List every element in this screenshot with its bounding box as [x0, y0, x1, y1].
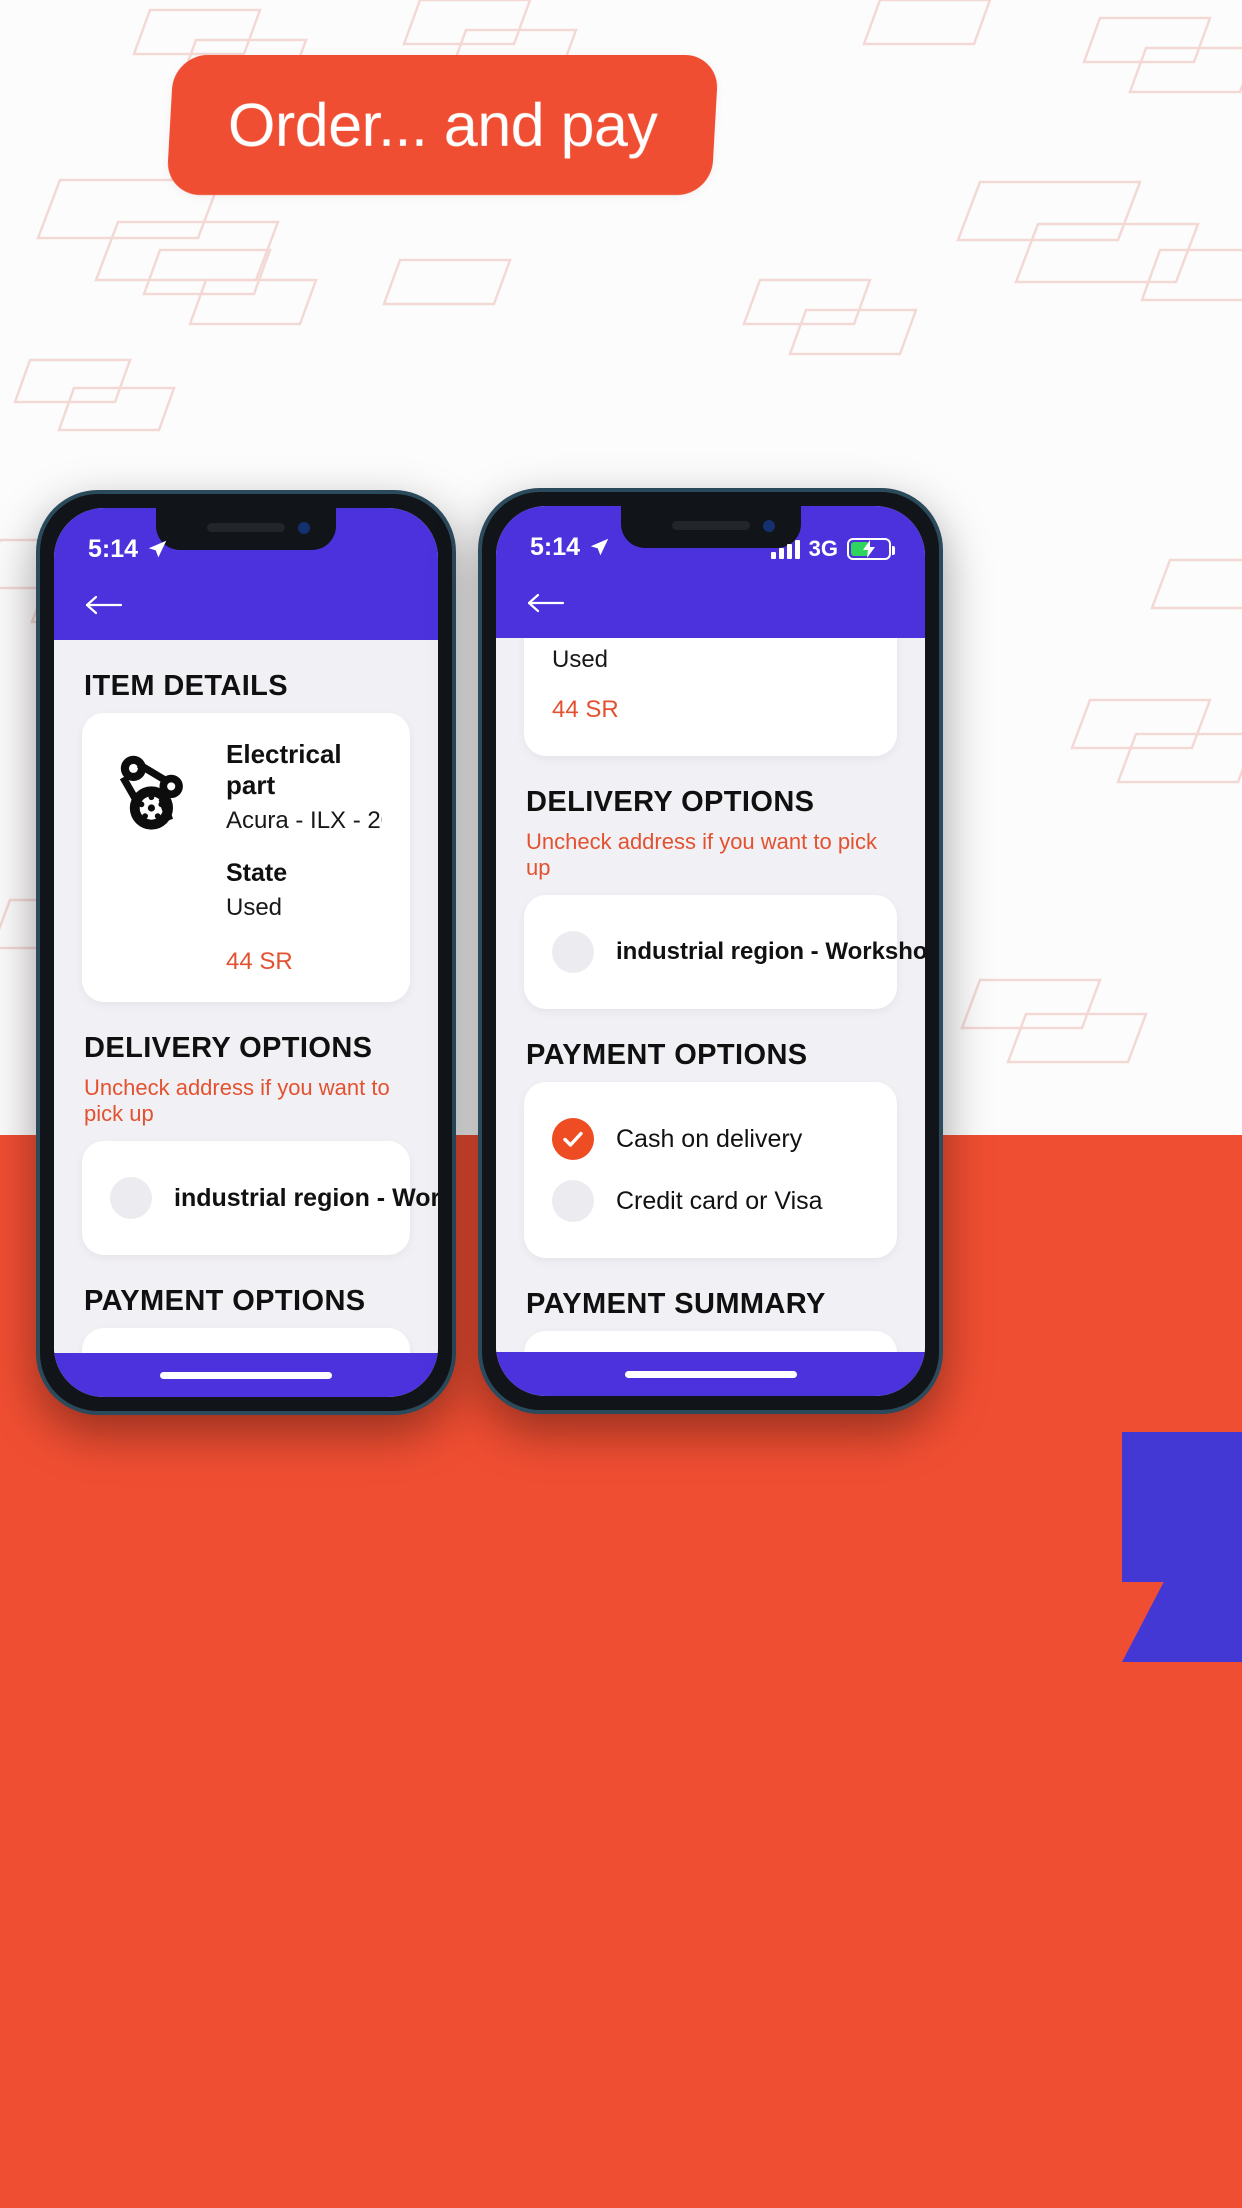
delivery-options-card: industrial region - Worksho: [82, 1141, 438, 1255]
status-time: 5:14: [88, 535, 139, 563]
summary-row-subtotal: Sub total 44 SR: [552, 1349, 869, 1352]
front-camera: [298, 522, 310, 534]
item-name: Electrical part: [226, 739, 342, 800]
payment-option-card-label: Credit card or Visa: [616, 1186, 823, 1215]
back-arrow-icon[interactable]: [84, 593, 124, 617]
volume-up-button[interactable]: [36, 742, 38, 812]
payment-options-card: Cash on delivery Credit card or Visa: [82, 1328, 410, 1353]
home-bar-left: [54, 1353, 438, 1397]
screen-content-left[interactable]: ITEM DETAILS Electrical part Acura - ILX…: [54, 640, 438, 1353]
delivery-options-hint: Uncheck address if you want to pick up: [84, 1075, 390, 1126]
charging-bolt-icon: [863, 540, 875, 558]
delivery-option-label: industrial region - Worksho: [174, 1183, 438, 1212]
item-price: 44 SR: [226, 948, 293, 975]
phone-screen-right: 5:14 3G State: [496, 506, 925, 1396]
item-details-card: Electrical part Acura - ILX - 2020 - blu…: [82, 713, 410, 1002]
screen-content-right[interactable]: State Used 44 SR DELIVERY OPTIONS Unchec…: [496, 638, 925, 1352]
status-left-group: 5:14: [88, 535, 168, 564]
delivery-option-row[interactable]: industrial region - Worksho: [110, 1167, 438, 1229]
network-type-label: 3G: [808, 536, 838, 561]
power-button[interactable]: [454, 774, 456, 870]
earpiece-speaker: [207, 523, 285, 532]
status-bar-right: 5:14 3G: [496, 506, 925, 568]
headline-banner: Order... and pay: [166, 55, 719, 195]
home-indicator[interactable]: [160, 1371, 332, 1379]
earpiece-speaker: [671, 521, 750, 530]
item-details-card-partial: State Used 44 SR: [524, 638, 897, 756]
notch: [156, 508, 336, 550]
back-arrow-icon[interactable]: [526, 591, 566, 615]
mute-switch: [36, 674, 38, 714]
item-info: Electrical part Acura - ILX - 2020 - blu…: [226, 739, 382, 976]
volume-down-button[interactable]: [478, 826, 480, 896]
delivery-options-hint: Uncheck address if you want to pick up: [526, 829, 877, 880]
signal-bars-icon: [770, 539, 800, 559]
item-description: Acura - ILX - 2020 - blue: [226, 807, 382, 834]
location-arrow-icon: [148, 540, 167, 558]
payment-options-heading: PAYMENT OPTIONS: [84, 1285, 366, 1317]
payment-options-heading: PAYMENT OPTIONS: [526, 1039, 808, 1071]
phone-mockup-right: 5:14 3G State: [478, 488, 943, 1414]
volume-down-button[interactable]: [36, 828, 38, 898]
front-camera: [762, 520, 775, 532]
phone-screen-left: 5:14 ITEM DETAILS Electrical part Acura …: [54, 508, 438, 1397]
item-state-label: State: [226, 859, 288, 887]
payment-option-card[interactable]: Credit card or Visa: [552, 1170, 869, 1232]
payment-option-cash[interactable]: Cash on delivery: [552, 1108, 869, 1170]
delivery-options-heading: DELIVERY OPTIONS: [526, 786, 815, 818]
delivery-option-label: industrial region - Workshop number: 800: [616, 938, 925, 965]
headline-text: Order... and pay: [227, 91, 658, 159]
power-button[interactable]: [941, 772, 943, 868]
payment-option-cash-label: Cash on delivery: [616, 1124, 803, 1153]
battery-charging-icon: [847, 538, 895, 560]
status-left-group: 5:14: [530, 533, 610, 562]
delivery-options-card: industrial region - Workshop number: 800: [524, 895, 925, 1009]
nav-bar-right: [496, 568, 925, 638]
payment-summary-heading: PAYMENT SUMMARY: [526, 1288, 826, 1320]
delivery-options-heading: DELIVERY OPTIONS: [84, 1032, 373, 1064]
item-state-value: Used: [226, 894, 283, 921]
serpentine-belt-icon: [119, 755, 183, 830]
item-row: Electrical part Acura - ILX - 2020 - blu…: [110, 739, 382, 976]
payment-summary-card: Sub total 44 SR Shipping 10 SR Tax 0 SR …: [524, 1331, 897, 1352]
item-price: 44 SR: [552, 696, 619, 723]
home-bar-right: [496, 1352, 925, 1396]
home-indicator[interactable]: [624, 1370, 797, 1378]
radio-checked-icon[interactable]: [552, 1118, 594, 1160]
radio-unchecked-icon[interactable]: [552, 1180, 594, 1222]
mute-switch: [478, 672, 480, 712]
delivery-option-row[interactable]: industrial region - Workshop number: 800: [552, 921, 925, 983]
payment-options-card: Cash on delivery Credit card or Visa: [524, 1082, 897, 1258]
status-right-group: 3G: [770, 536, 895, 562]
item-state-value: Used: [552, 646, 609, 673]
location-arrow-icon: [590, 538, 609, 556]
radio-unchecked-icon[interactable]: [110, 1177, 152, 1219]
nav-bar-left: [54, 570, 438, 640]
radio-unchecked-icon[interactable]: [552, 931, 594, 973]
phone-mockup-left: 5:14 ITEM DETAILS Electrical part Acura …: [36, 490, 456, 1415]
volume-up-button[interactable]: [478, 740, 480, 810]
item-details-heading: ITEM DETAILS: [84, 670, 289, 702]
status-time: 5:14: [530, 533, 581, 561]
status-bar-left: 5:14: [54, 508, 438, 570]
